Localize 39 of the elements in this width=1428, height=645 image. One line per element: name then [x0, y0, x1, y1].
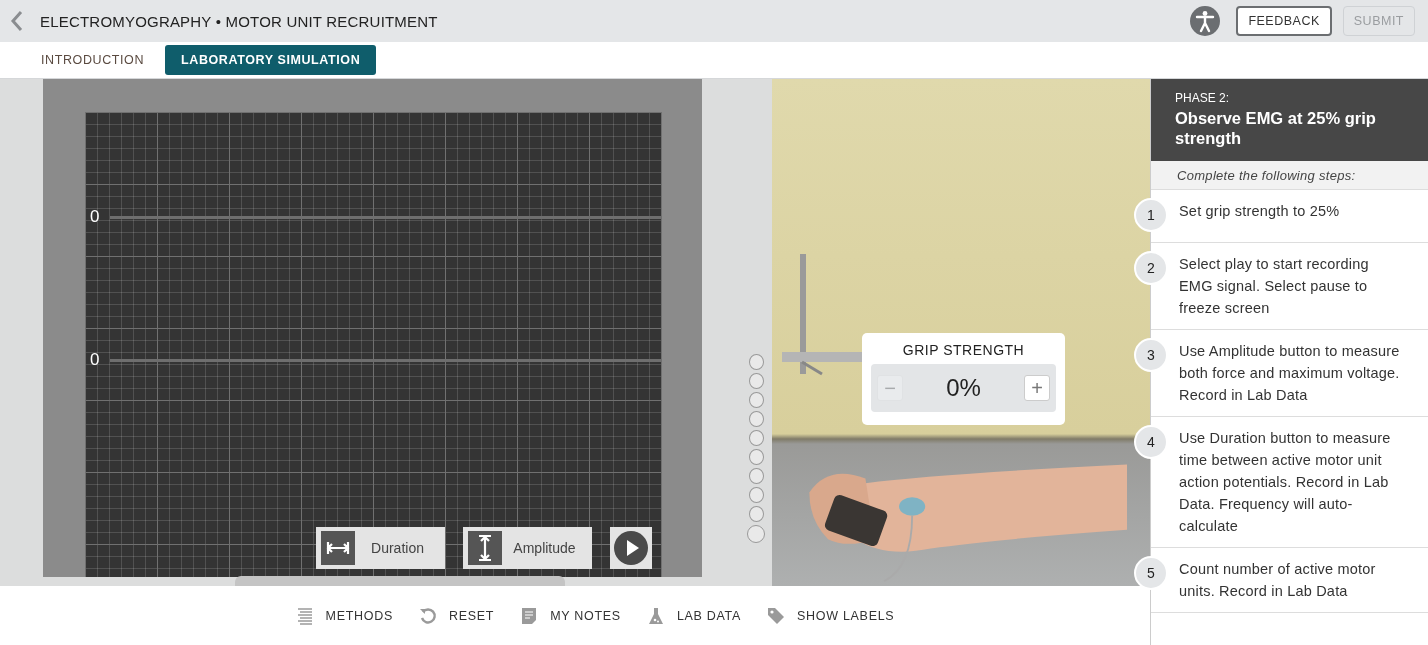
flask-icon: [646, 606, 665, 625]
step-text: Count number of active motor units. Record in Lab Data: [1179, 560, 1377, 601]
phase-label: PHASE 2:: [1175, 91, 1231, 105]
back-chevron-icon[interactable]: [10, 10, 24, 32]
tab[interactable]: LABORATORY SIMULATION: [165, 45, 377, 75]
trace-label: 0: [89, 207, 101, 227]
vertical-arrows-icon: [468, 531, 502, 565]
tab[interactable]: INTRODUCTION: [28, 45, 158, 75]
tag-icon: [767, 606, 786, 625]
labels-tool[interactable]: SHOW LABELS: [767, 606, 895, 625]
step-text: Use Duration button to measure time between active motor unit action potentials. Record in Lab Data. Frequency will auto-calculate: [1179, 429, 1392, 536]
play-button[interactable]: [610, 527, 652, 569]
step-number: 4: [1134, 425, 1168, 459]
step-number: 5: [1134, 556, 1168, 590]
instructions-text: Complete the following steps:: [1177, 167, 1356, 183]
increase-button[interactable]: +: [1024, 375, 1050, 401]
step-number: 3: [1134, 338, 1168, 372]
grip-strength-value: 0%: [946, 374, 981, 402]
step-number: 2: [1134, 251, 1168, 285]
reset-icon: [419, 606, 437, 625]
horizontal-arrows-icon: [321, 531, 355, 565]
feedback-button[interactable]: FEEDBACK: [1236, 6, 1332, 36]
amplitude-button[interactable]: Amplitude: [463, 527, 592, 569]
list-icon: [295, 606, 314, 625]
trace-label: 0: [89, 350, 101, 370]
reset-tool[interactable]: RESET: [419, 606, 495, 625]
methods-tool[interactable]: METHODS: [295, 606, 393, 625]
accessibility-icon[interactable]: [1190, 6, 1221, 36]
grip-strength-label: GRIP STRENGTH: [902, 342, 1025, 358]
notes-tool[interactable]: MY NOTES: [520, 606, 621, 625]
step-text: Set grip strength to 25%: [1179, 202, 1340, 221]
step-number: 1: [1134, 198, 1168, 232]
note-icon: [520, 606, 539, 625]
step-text: Select play to start recording EMG signal. Select pause to freeze screen: [1179, 255, 1370, 318]
page-title: ELECTROMYOGRAPHY • MOTOR UNIT RECRUITMENT: [40, 12, 438, 30]
duration-button[interactable]: Duration: [316, 527, 445, 569]
lab-tool[interactable]: LAB DATA: [646, 606, 742, 625]
phase-title: Observe EMG at 25% grip strength: [1175, 109, 1377, 149]
step-text: Use Amplitude button to measure both force and maximum voltage. Record in Lab Data: [1179, 342, 1401, 405]
